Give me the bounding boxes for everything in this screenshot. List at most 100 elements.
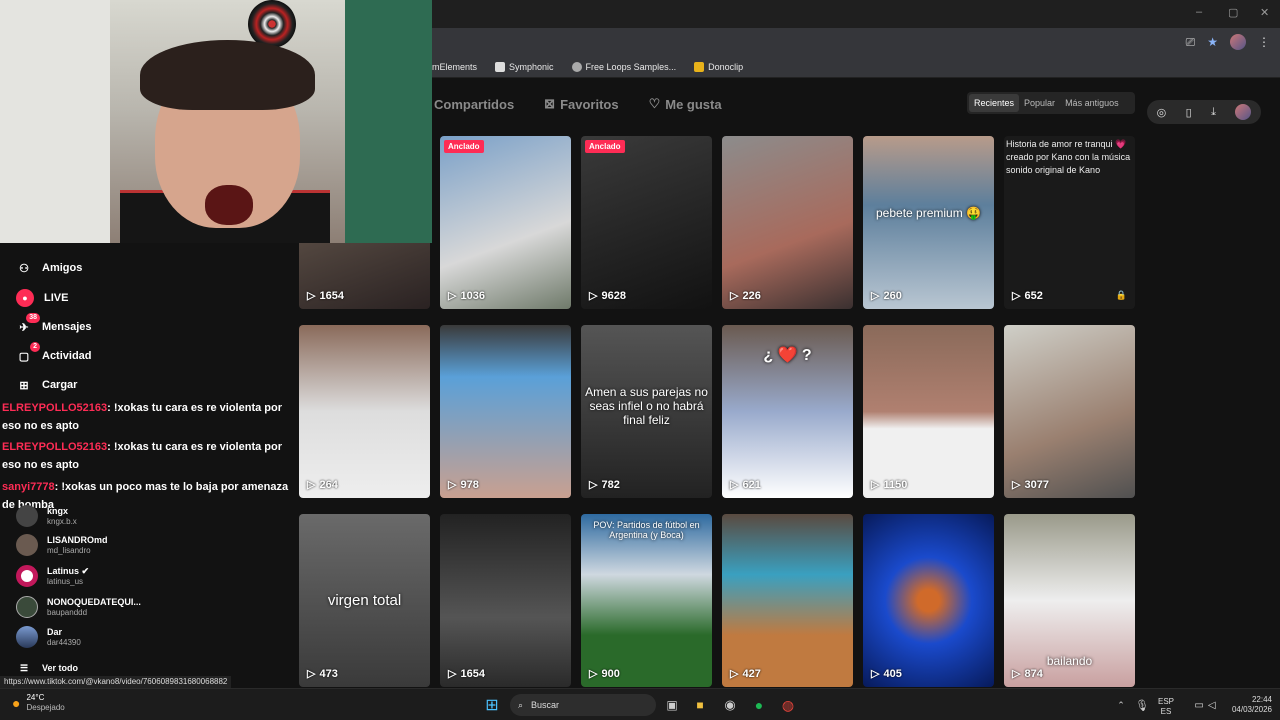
tab-me-gusta[interactable]: ♡ Me gusta <box>649 96 722 112</box>
video-card[interactable]: ▷ 427 <box>722 514 853 687</box>
video-card[interactable]: Amen a sus parejas no seas infiel o no h… <box>581 325 712 498</box>
avatar <box>16 534 38 556</box>
share-icon[interactable]: ◎ <box>1157 106 1167 119</box>
maximize-button[interactable]: ▢ <box>1228 6 1238 19</box>
view-count-value: 1654 <box>319 289 344 302</box>
chrome-icon[interactable]: ◍ <box>780 695 796 715</box>
view-count: ▷ 264 <box>307 478 338 492</box>
bookmark-donoclip[interactable]: Donoclip <box>694 61 743 72</box>
sort-recientes[interactable]: Recientes <box>969 94 1020 112</box>
bookmark-free-loops[interactable]: Free Loops Samples... <box>571 61 676 72</box>
play-icon: ▷ <box>448 668 457 680</box>
view-count: ▷ 652 <box>1012 289 1043 303</box>
chat-username: ELREYPOLLO52163 <box>2 441 108 453</box>
nav-cargar[interactable]: ⊞ Cargar <box>16 377 77 393</box>
bookmark-star-icon[interactable]: ★ <box>1207 35 1218 49</box>
video-card[interactable]: ¿ ❤️ ? ▷ 621 <box>722 325 853 498</box>
following-item[interactable]: Latinus ✔ latinus_us <box>16 565 89 587</box>
file-explorer-icon[interactable]: ■ <box>692 695 708 715</box>
network-icon: ▭ <box>1194 699 1204 711</box>
following-item[interactable]: kngx kngx.b.x <box>16 505 77 527</box>
video-card[interactable]: ▷ 1654 <box>440 514 571 687</box>
play-icon: ▷ <box>307 668 316 680</box>
nav-live[interactable]: ● LIVE <box>16 289 68 307</box>
following-item[interactable]: Dar dar44390 <box>16 626 81 648</box>
weather-widget[interactable]: ● 24°C Despejado <box>12 693 65 713</box>
download-icon[interactable]: ⤓ <box>1211 106 1216 119</box>
user-avatar[interactable] <box>1235 104 1252 120</box>
pinned-badge: Anclado <box>585 140 625 153</box>
view-count-value: 9628 <box>601 289 626 302</box>
video-card[interactable]: bailando ▷ 874 <box>1004 514 1135 687</box>
play-icon: ▷ <box>589 668 598 680</box>
video-card[interactable]: ▷ 264 <box>299 325 430 498</box>
phone-icon[interactable]: ▯ <box>1186 106 1192 119</box>
browser-profile-avatar[interactable] <box>1230 34 1246 50</box>
following-item[interactable]: NONOQUEDATEQUI... baupanddd <box>16 596 141 618</box>
close-button[interactable]: ✕ <box>1260 6 1269 19</box>
view-count-value: 3077 <box>1024 478 1049 491</box>
video-card[interactable]: POV: Partidos de fútbol en Argentina (y … <box>581 514 712 687</box>
video-overlay-text: ¿ ❤️ ? <box>763 347 812 364</box>
windows-start-icon[interactable]: ⊞ <box>484 695 500 715</box>
view-count: ▷ 1654 <box>307 289 344 303</box>
play-icon: ▷ <box>448 290 457 302</box>
following-item[interactable]: LISANDROmd md_lisandro <box>16 534 108 556</box>
view-count: ▷ 405 <box>871 667 902 681</box>
tray-network-volume[interactable]: ▭ ◁ <box>1186 695 1224 715</box>
streamer-mouth <box>205 185 253 225</box>
video-card[interactable]: Anclado ▷ 1036 <box>440 136 571 309</box>
sort-popular[interactable]: Popular <box>1019 94 1060 112</box>
bookmarks-bar: mElements Symphonic Free Loops Samples..… <box>432 56 1280 78</box>
heart-icon: ♡ <box>648 96 661 111</box>
view-count-value: 427 <box>742 667 761 680</box>
video-overlay-text: pebete premium 🤑 <box>876 206 981 220</box>
video-card[interactable]: ▷ 405 <box>863 514 994 687</box>
view-count-value: 260 <box>883 289 902 302</box>
see-all-link[interactable]: ☰ Ver todo <box>16 660 78 676</box>
view-count: ▷ 1036 <box>448 289 485 303</box>
nav-actividad[interactable]: ▢ 2 Actividad <box>16 342 92 364</box>
video-card[interactable]: Anclado ▷ 9628 <box>581 136 712 309</box>
video-card[interactable]: ▷ 226 <box>722 136 853 309</box>
video-card[interactable]: pebete premium 🤑 ▷ 260 <box>863 136 994 309</box>
browser-menu-icon[interactable]: ⋮ <box>1258 35 1270 49</box>
friends-icon: ⚇ <box>19 262 29 275</box>
video-card[interactable]: ▷ 1150 <box>863 325 994 498</box>
tab-favoritos[interactable]: ⊠ Favoritos <box>544 96 618 112</box>
view-count: ▷ 1654 <box>448 667 485 681</box>
language-indicator[interactable]: ESP ES <box>1158 697 1174 717</box>
bookmark-symphonic[interactable]: Symphonic <box>495 61 554 72</box>
video-card[interactable]: Historia de amor re tranqui 💗 creado por… <box>1004 136 1135 309</box>
floating-tools: ◎ ▯ ⤓ <box>1147 100 1261 124</box>
clock[interactable]: 22:44 04/03/2026 <box>1224 695 1272 715</box>
task-view-icon[interactable]: ▣ <box>664 695 680 715</box>
play-icon: ▷ <box>448 479 457 491</box>
video-overlay-text: POV: Partidos de fútbol en Argentina (y … <box>593 520 700 540</box>
play-icon: ▷ <box>871 668 880 680</box>
play-icon: ▷ <box>730 668 739 680</box>
taskbar-search[interactable]: ⌕ Buscar <box>510 694 656 716</box>
video-card[interactable]: virgen total ▷ 473 <box>299 514 430 687</box>
microphone-icon[interactable]: 🎙 <box>1135 695 1149 715</box>
nav-mensajes[interactable]: ✈ 38 Mensajes <box>16 313 92 335</box>
spotify-icon[interactable]: ● <box>751 695 767 715</box>
nav-amigos[interactable]: ⚇ Amigos <box>16 260 82 276</box>
video-card[interactable]: ▷ 3077 <box>1004 325 1135 498</box>
cast-icon[interactable]: ⎚ <box>1186 35 1196 50</box>
obs-icon[interactable]: ◉ <box>722 695 738 715</box>
sun-icon: ● <box>12 695 21 711</box>
bookmark-elements[interactable]: mElements <box>432 62 477 72</box>
video-caption-text: Historia de amor re tranqui 💗 creado por… <box>1006 139 1131 175</box>
free-loops-icon <box>571 61 582 72</box>
tray-overflow-icon[interactable]: ⌃ <box>1116 695 1126 715</box>
live-icon: ● <box>16 289 34 307</box>
dartboard <box>248 0 296 48</box>
tab-compartidos[interactable]: Compartidos <box>434 96 514 112</box>
chat-username: sanyi7778 <box>2 481 55 493</box>
minimize-button[interactable]: – <box>1196 6 1202 18</box>
messages-icon: ✈ 38 <box>16 313 40 335</box>
sort-mas-antiguos[interactable]: Más antiguos <box>1060 94 1124 112</box>
video-card[interactable]: ▷ 978 <box>440 325 571 498</box>
play-icon: ▷ <box>1012 668 1021 680</box>
